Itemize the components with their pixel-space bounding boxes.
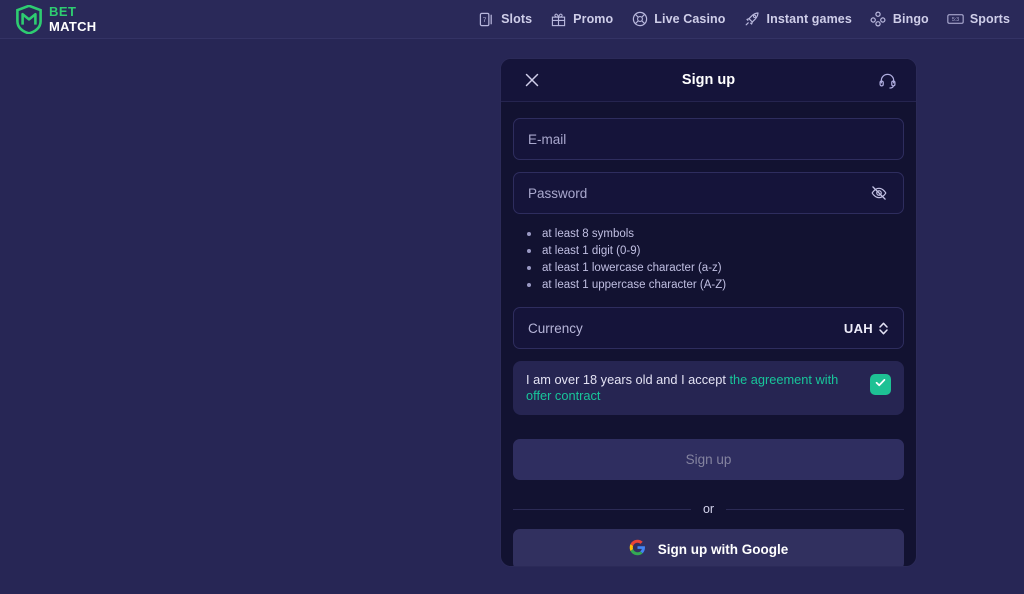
shield-m-logo-icon <box>16 4 42 34</box>
nav-item-promo[interactable]: Promo <box>550 11 613 28</box>
logo-text-bet: BET <box>49 4 77 19</box>
bingo-balls-icon <box>870 11 887 28</box>
logo-text-match: MATCH <box>49 19 97 34</box>
or-divider: or <box>513 502 904 516</box>
checkmark-icon <box>874 376 887 394</box>
page-title: Sign up <box>681 72 736 88</box>
nav-item-bingo[interactable]: Bingo <box>870 11 929 28</box>
google-button-label: Sign up with Google <box>657 542 789 557</box>
signup-submit-label: Sign up <box>685 452 732 467</box>
email-field[interactable]: E-mail <box>513 118 904 160</box>
svg-text:7: 7 <box>483 16 487 23</box>
signup-modal: Sign up E-mail Password at least 8 symbo… <box>500 58 917 567</box>
roulette-wheel-icon <box>631 11 648 28</box>
google-g-icon <box>629 539 646 561</box>
password-field[interactable]: Password <box>513 172 904 214</box>
nav-item-slots[interactable]: 7 Slots <box>478 11 532 28</box>
password-rule: at least 1 lowercase character (a-z) <box>523 260 904 277</box>
nav-label: Promo <box>573 12 614 26</box>
signup-submit-button[interactable]: Sign up <box>513 439 904 480</box>
nav-label: Live Casino <box>654 12 726 26</box>
agreement-text-prefix: I am over 18 years old and I accept <box>526 372 730 387</box>
nav-label: Instant games <box>766 12 852 26</box>
agreement-text: I am over 18 years old and I accept the … <box>526 372 856 404</box>
nav-label: Slots <box>501 12 533 26</box>
slot-card-icon: 7 <box>478 11 495 28</box>
agreement-row[interactable]: I am over 18 years old and I accept the … <box>513 361 904 415</box>
svg-text:5:3: 5:3 <box>952 17 959 23</box>
nav-item-live-casino[interactable]: Live Casino <box>631 11 725 28</box>
close-icon[interactable] <box>521 69 543 91</box>
divider-line-left <box>513 508 691 510</box>
rocket-icon <box>744 11 761 28</box>
nav-item-instant-games[interactable]: Instant games <box>744 11 852 28</box>
password-rule: at least 1 digit (0-9) <box>523 243 904 260</box>
password-rule: at least 1 uppercase character (A-Z) <box>523 277 904 294</box>
modal-header: Sign up <box>501 59 916 102</box>
chevron-up-down-icon <box>878 321 889 336</box>
email-placeholder: E-mail <box>528 131 567 147</box>
nav-label: Sports <box>969 12 1010 26</box>
currency-value: UAH <box>843 320 873 336</box>
eye-off-icon[interactable] <box>869 183 889 203</box>
nav-item-sports[interactable]: 5:3 Sports <box>947 11 1010 28</box>
divider-label: or <box>702 502 715 516</box>
nav-label: Bingo <box>892 12 929 26</box>
top-navigation-bar: BET MATCH 7 Slots Promo Live Casino Inst… <box>0 0 1024 39</box>
password-placeholder: Password <box>528 185 588 201</box>
password-rules-list: at least 8 symbols at least 1 digit (0-9… <box>513 226 904 294</box>
main-nav: 7 Slots Promo Live Casino Instant games … <box>478 11 1010 28</box>
modal-body: E-mail Password at least 8 symbols at le… <box>501 102 916 566</box>
brand-logo[interactable]: BET MATCH <box>16 4 97 34</box>
scoreboard-icon: 5:3 <box>947 11 964 28</box>
signup-with-google-button[interactable]: Sign up with Google <box>513 529 904 566</box>
password-rule: at least 8 symbols <box>523 226 904 243</box>
currency-value-group: UAH <box>844 321 889 336</box>
gift-icon <box>550 11 567 28</box>
currency-label: Currency <box>528 320 583 336</box>
agreement-checkbox[interactable] <box>870 374 891 395</box>
currency-select[interactable]: Currency UAH <box>513 307 904 349</box>
divider-line-right <box>726 508 904 510</box>
headset-support-icon[interactable] <box>876 69 898 91</box>
